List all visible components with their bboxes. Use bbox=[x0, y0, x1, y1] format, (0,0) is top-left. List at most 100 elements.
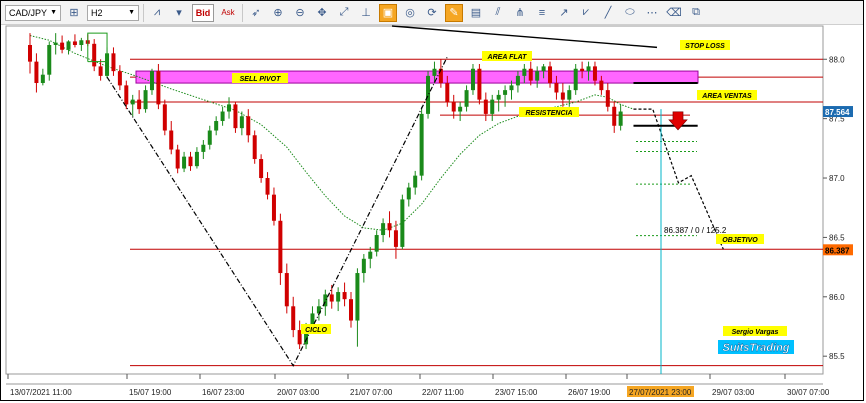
candle-body[interactable] bbox=[28, 45, 32, 62]
candle-body[interactable] bbox=[336, 292, 341, 302]
candle-body[interactable] bbox=[528, 68, 533, 81]
x-tick-label: 23/07 15:00 bbox=[495, 388, 538, 397]
candle-body[interactable] bbox=[548, 66, 553, 84]
candle-body[interactable] bbox=[470, 68, 475, 91]
candle-body[interactable] bbox=[66, 41, 71, 50]
candle-body[interactable] bbox=[515, 75, 520, 86]
candle-body[interactable] bbox=[47, 45, 52, 75]
candle-body[interactable] bbox=[239, 116, 244, 129]
candle-body[interactable] bbox=[419, 113, 424, 176]
candle-body[interactable] bbox=[149, 71, 154, 91]
brand-badge: SuitsTrading bbox=[722, 342, 789, 354]
candle-body[interactable] bbox=[400, 199, 405, 247]
candle-body[interactable] bbox=[40, 74, 45, 84]
candle-body[interactable] bbox=[592, 66, 597, 81]
area-ventas-label: AREA VENTAS bbox=[701, 93, 752, 100]
candle-body[interactable] bbox=[214, 121, 219, 131]
candle-body[interactable] bbox=[252, 135, 257, 160]
x-tick-label: 15/07 19:00 bbox=[129, 388, 172, 397]
candle-body[interactable] bbox=[284, 273, 289, 307]
x-tick-label: 27/07/2021 23:00 bbox=[629, 388, 692, 397]
candle-body[interactable] bbox=[169, 130, 174, 150]
candle-body[interactable] bbox=[483, 99, 488, 114]
candle-body[interactable] bbox=[586, 66, 591, 72]
candle-body[interactable] bbox=[220, 111, 225, 122]
candle-body[interactable] bbox=[387, 223, 392, 231]
candle-body[interactable] bbox=[156, 71, 161, 105]
candle-body[interactable] bbox=[72, 41, 77, 46]
candle-body[interactable] bbox=[503, 90, 508, 95]
candle-body[interactable] bbox=[111, 53, 116, 72]
candle-body[interactable] bbox=[374, 235, 379, 252]
candle-body[interactable] bbox=[60, 42, 65, 50]
candle-body[interactable] bbox=[458, 106, 463, 112]
candle-body[interactable] bbox=[618, 111, 623, 126]
resistencia-label: RESISTENCIA bbox=[525, 110, 572, 117]
candle-body[interactable] bbox=[53, 42, 58, 46]
candle-body[interactable] bbox=[175, 149, 180, 169]
ciclo-label: CICLO bbox=[305, 327, 327, 334]
candle-body[interactable] bbox=[599, 80, 604, 91]
candle-body[interactable] bbox=[381, 223, 386, 236]
candle-body[interactable] bbox=[188, 156, 193, 167]
candle-body[interactable] bbox=[162, 104, 167, 131]
candle-body[interactable] bbox=[426, 75, 431, 114]
candle-body[interactable] bbox=[182, 156, 187, 169]
candle-body[interactable] bbox=[612, 106, 617, 126]
candle-body[interactable] bbox=[368, 251, 373, 259]
candle-body[interactable] bbox=[265, 178, 270, 195]
candle-body[interactable] bbox=[117, 71, 122, 86]
candle-body[interactable] bbox=[207, 130, 212, 145]
candle-body[interactable] bbox=[271, 194, 276, 221]
candle-body[interactable] bbox=[445, 83, 450, 103]
candle-body[interactable] bbox=[535, 71, 540, 81]
candle-body[interactable] bbox=[509, 85, 514, 91]
candle-body[interactable] bbox=[227, 104, 232, 112]
candle-body[interactable] bbox=[432, 68, 437, 76]
candle-body[interactable] bbox=[92, 43, 97, 67]
candle-body[interactable] bbox=[496, 94, 501, 100]
candle-body[interactable] bbox=[554, 83, 559, 93]
candle-body[interactable] bbox=[522, 68, 527, 76]
stop-loss-label: STOP LOSS bbox=[685, 43, 725, 50]
candle-body[interactable] bbox=[98, 66, 103, 76]
candle-body[interactable] bbox=[413, 175, 418, 188]
candle-body[interactable] bbox=[194, 151, 199, 167]
candle-body[interactable] bbox=[329, 294, 334, 302]
candle-body[interactable] bbox=[79, 40, 84, 46]
candle-body[interactable] bbox=[342, 292, 347, 300]
candle-body[interactable] bbox=[393, 230, 398, 247]
candle-body[interactable] bbox=[349, 299, 353, 321]
candle-body[interactable] bbox=[143, 90, 148, 110]
candle-body[interactable] bbox=[490, 99, 495, 114]
candle-body[interactable] bbox=[246, 116, 251, 136]
candle-body[interactable] bbox=[477, 68, 482, 100]
candle-body[interactable] bbox=[451, 102, 456, 112]
candle-body[interactable] bbox=[233, 104, 238, 129]
candle-body[interactable] bbox=[34, 61, 39, 84]
candle-body[interactable] bbox=[560, 92, 565, 100]
candle-body[interactable] bbox=[137, 99, 142, 110]
candle-body[interactable] bbox=[567, 90, 572, 100]
candle-body[interactable] bbox=[541, 66, 546, 72]
signature-label: Sergio Vargas bbox=[732, 329, 779, 336]
candle-body[interactable] bbox=[361, 258, 366, 274]
candle-body[interactable] bbox=[464, 90, 469, 107]
candle-body[interactable] bbox=[580, 68, 585, 72]
candle-body[interactable] bbox=[124, 85, 129, 105]
sell-pivot-band[interactable] bbox=[135, 70, 699, 84]
candle-body[interactable] bbox=[278, 220, 283, 274]
x-tick-label: 22/07 11:00 bbox=[422, 388, 464, 397]
candle-body[interactable] bbox=[406, 187, 411, 200]
price-chart[interactable]: 85.586.086.587.087.588.013/07/2021 11:00… bbox=[0, 0, 866, 403]
x-tick-label: 16/07 23:00 bbox=[202, 388, 245, 397]
candle-body[interactable] bbox=[201, 144, 206, 152]
candle-body[interactable] bbox=[605, 90, 610, 107]
candle-body[interactable] bbox=[259, 159, 264, 179]
sell-pivot-label: SELL PIVOT bbox=[240, 76, 281, 83]
candle-body[interactable] bbox=[291, 306, 296, 331]
candle-body[interactable] bbox=[355, 273, 360, 321]
y-tick-label: 85.5 bbox=[829, 352, 845, 361]
candle-body[interactable] bbox=[573, 68, 578, 91]
candle-body[interactable] bbox=[130, 99, 135, 105]
